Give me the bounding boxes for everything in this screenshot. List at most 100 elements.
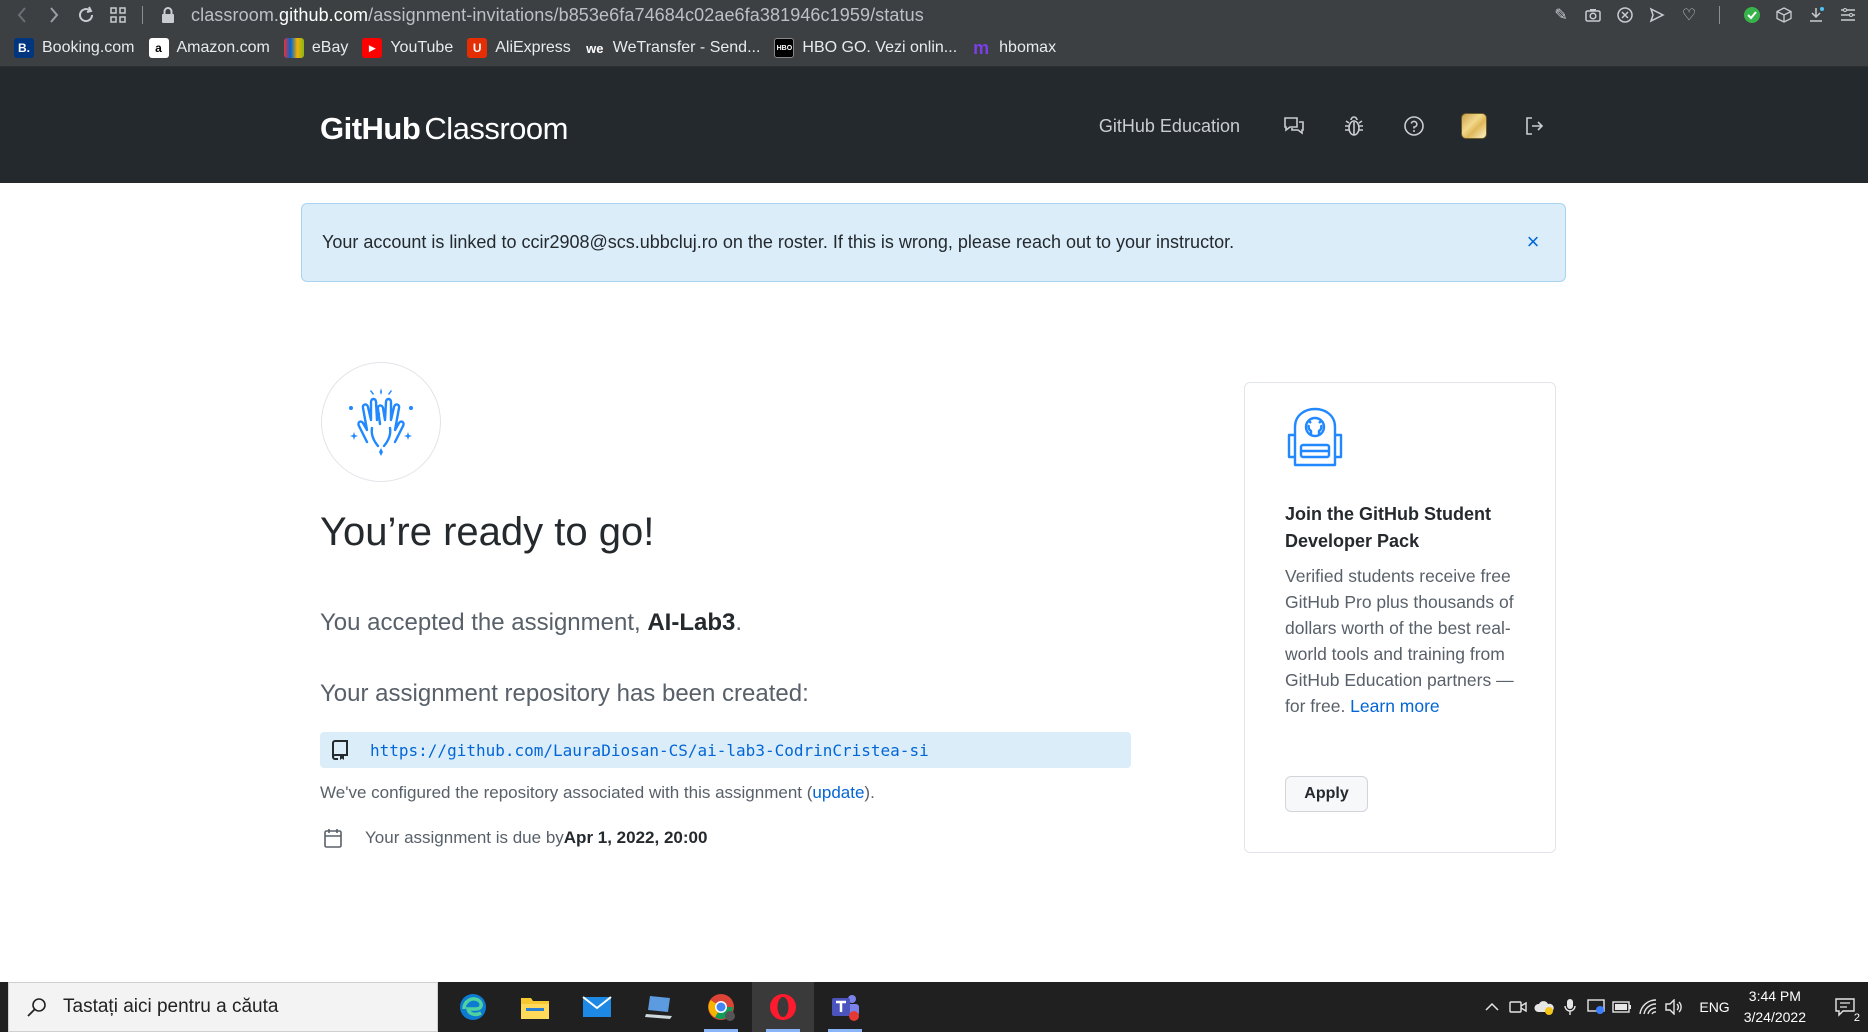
extension-icon[interactable] (1742, 5, 1762, 25)
user-avatar-image (1461, 113, 1487, 139)
volume-icon[interactable] (1661, 982, 1687, 1032)
github-classroom-logo[interactable]: GitHub Classroom (320, 111, 568, 147)
clock-date: 3/24/2022 (1743, 1009, 1806, 1025)
github-education-link[interactable]: GitHub Education (1099, 116, 1240, 137)
chrome-icon[interactable] (690, 982, 752, 1032)
page-title: You’re ready to go! (320, 510, 655, 554)
config-prefix: We've configured the repository associat… (320, 783, 813, 802)
url-prefix: classroom. (191, 4, 280, 25)
windows-taskbar: ENG 3:44 PM 3/24/2022 2 (0, 982, 1868, 1032)
camera-icon[interactable] (1583, 5, 1603, 25)
update-link[interactable]: update (812, 783, 864, 802)
assignment-name: AI-Lab3 (647, 609, 736, 636)
address-bar[interactable]: classroom.github.com/assignment-invitati… (191, 5, 924, 26)
adblock-icon[interactable] (1615, 5, 1635, 25)
back-icon[interactable] (6, 0, 38, 30)
bookmark-hbomax[interactable]: m hbomax (971, 38, 1056, 58)
teams-icon[interactable] (814, 982, 876, 1032)
opera-icon[interactable] (752, 982, 814, 1032)
youtube-icon: ▶ (362, 38, 383, 58)
help-icon[interactable] (1400, 112, 1428, 140)
notification-count: 2 (1851, 1012, 1862, 1024)
clock-time: 3:44 PM (1748, 988, 1801, 1004)
toolbar-separator (142, 6, 143, 24)
bookmark-aliexpress[interactable]: U AliExpress (467, 38, 571, 58)
bookmark-label: AliExpress (495, 39, 571, 56)
site-header: GitHub Classroom GitHub Education (0, 67, 1868, 183)
due-prefix: Your assignment is due by (365, 828, 564, 847)
send-icon[interactable] (1647, 5, 1667, 25)
repo-url-box: https://github.com/LauraDiosan-CS/ai-lab… (320, 732, 1131, 768)
reload-icon[interactable] (70, 0, 102, 30)
easy-setup-icon[interactable] (1838, 5, 1858, 25)
config-suffix: ). (864, 783, 875, 802)
system-tray: ENG 3:44 PM 3/24/2022 2 (1479, 982, 1868, 1032)
battery-icon[interactable] (1609, 982, 1635, 1032)
edit-icon[interactable]: ✎ (1551, 5, 1571, 25)
search-icon (27, 997, 49, 1017)
mail-icon[interactable] (566, 982, 628, 1032)
card-body-text: Verified students receive free GitHub Pr… (1285, 566, 1514, 716)
bookmarks-bar: B. Booking.com a Amazon.com eBay ▶ YouTu… (0, 30, 1868, 67)
wifi-icon[interactable] (1635, 982, 1661, 1032)
config-message: We've configured the repository associat… (320, 783, 875, 803)
hbomax-icon: m (973, 37, 990, 58)
apply-button[interactable]: Apply (1285, 776, 1368, 812)
backpack-icon (1285, 405, 1345, 476)
onedrive-icon[interactable] (1531, 982, 1557, 1032)
speed-dial-icon[interactable] (102, 0, 134, 30)
download-icon[interactable] (1806, 5, 1826, 25)
repo-url-link[interactable]: https://github.com/LauraDiosan-CS/ai-lab… (370, 741, 929, 760)
due-date-row: Your assignment is due by Apr 1, 2022, 2… (324, 828, 707, 848)
bookmark-booking[interactable]: B. Booking.com (14, 38, 135, 58)
logo-github: GitHub (320, 111, 421, 146)
chevron-up-icon[interactable] (1479, 982, 1505, 1032)
bookmark-label: Booking.com (42, 39, 135, 56)
bug-icon[interactable] (1340, 112, 1368, 140)
hbo-icon: HBO (774, 38, 795, 58)
bookmark-label: WeTransfer - Send... (612, 39, 761, 56)
taskbar-search-input[interactable] (63, 996, 423, 1018)
feedback-icon[interactable] (1280, 112, 1308, 140)
microphone-icon[interactable] (1557, 982, 1583, 1032)
avatar[interactable] (1460, 112, 1488, 140)
accepted-message: You accepted the assignment, AI-Lab3. (320, 609, 742, 637)
taskbar-apps (442, 982, 876, 1032)
due-date: Apr 1, 2022, 20:00 (563, 828, 708, 847)
file-explorer-icon[interactable] (504, 982, 566, 1032)
ebay-icon (283, 38, 304, 58)
header-nav: GitHub Education (1099, 112, 1548, 140)
taskbar-clock[interactable]: 3:44 PM 3/24/2022 (1744, 986, 1806, 1028)
close-icon[interactable]: × (1523, 229, 1543, 254)
laptop-app-icon[interactable] (628, 982, 690, 1032)
heart-icon[interactable]: ♡ (1679, 5, 1699, 25)
display-icon[interactable] (1583, 982, 1609, 1032)
bookmark-ebay[interactable]: eBay (283, 38, 348, 58)
taskbar-search[interactable] (8, 982, 438, 1032)
aliexpress-icon: U (467, 38, 488, 58)
notification-icon[interactable]: 2 (1824, 982, 1868, 1032)
language-indicator[interactable]: ENG (1699, 999, 1729, 1015)
card-body: Verified students receive free GitHub Pr… (1285, 563, 1525, 719)
meet-now-icon[interactable] (1505, 982, 1531, 1032)
repo-icon (332, 740, 354, 760)
booking-icon: B. (14, 38, 34, 58)
bookmark-wetransfer[interactable]: we WeTransfer - Send... (585, 38, 761, 58)
learn-more-link[interactable]: Learn more (1350, 696, 1440, 716)
actions-separator (1719, 6, 1720, 24)
bookmark-hbogo[interactable]: HBO HBO GO. Vezi onlin... (774, 38, 957, 58)
sign-out-icon[interactable] (1520, 112, 1548, 140)
wetransfer-icon: we (586, 40, 604, 56)
bookmark-youtube[interactable]: ▶ YouTube (362, 38, 453, 58)
bookmark-amazon[interactable]: a Amazon.com (148, 38, 270, 58)
bookmark-label: Amazon.com (176, 39, 270, 56)
cube-icon[interactable] (1774, 5, 1794, 25)
lock-icon[interactable] (153, 7, 183, 23)
alert-message: Your account is linked to ccir2908@scs.u… (322, 232, 1235, 252)
bookmark-label: YouTube (390, 39, 454, 56)
edge-icon[interactable] (442, 982, 504, 1032)
forward-icon[interactable] (38, 0, 70, 30)
student-pack-card: Join the GitHub Student Developer Pack V… (1244, 382, 1556, 853)
logo-classroom: Classroom (424, 111, 568, 146)
accepted-suffix: . (735, 609, 743, 636)
